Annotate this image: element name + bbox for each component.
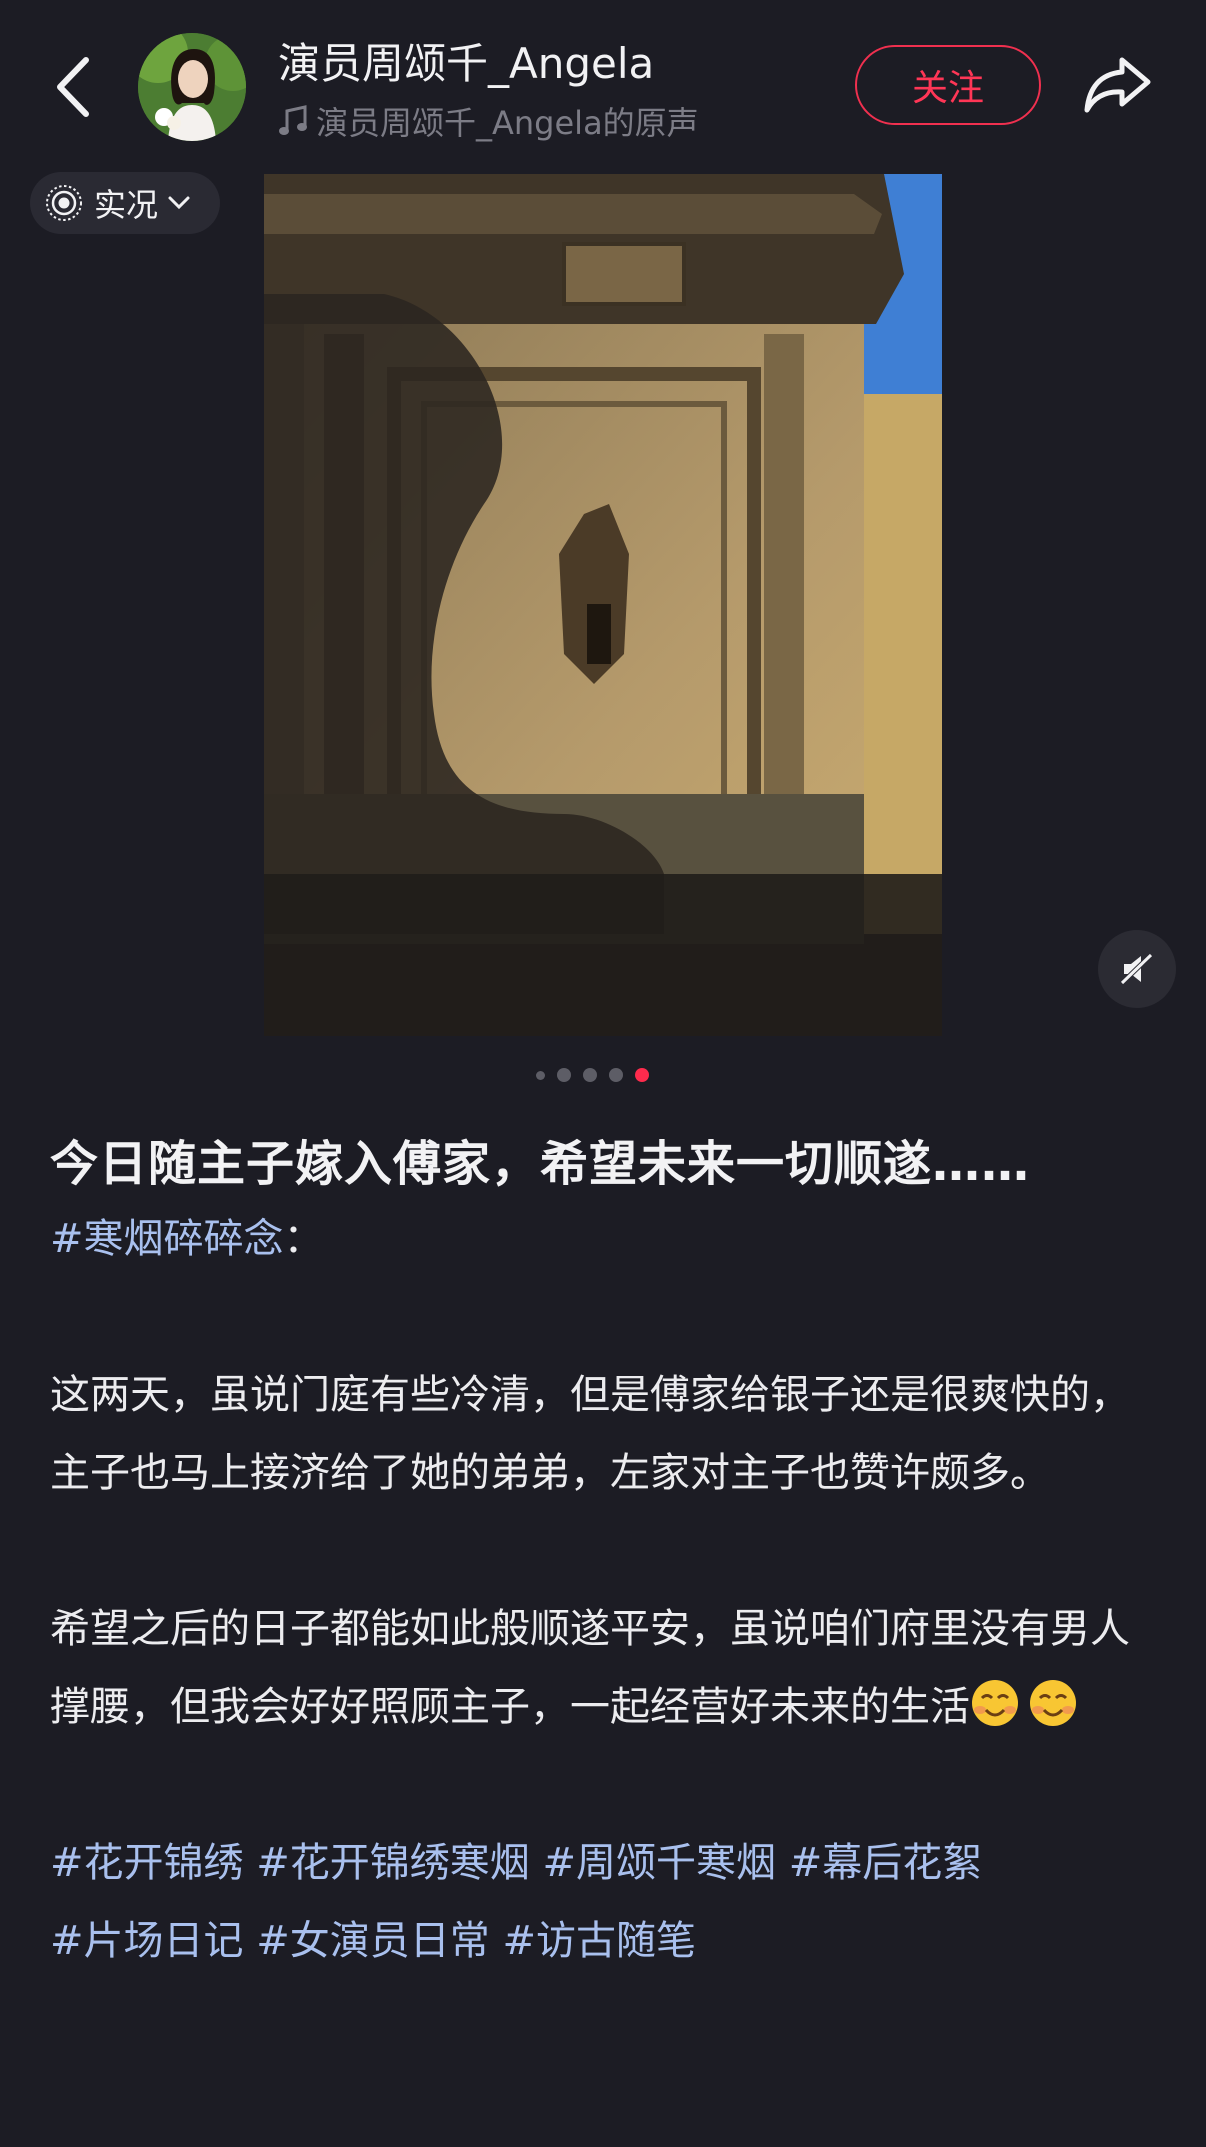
post-photo[interactable] xyxy=(264,174,942,1036)
hashtag-link[interactable]: #花开锦绣寒烟 xyxy=(256,1840,530,1886)
carousel-indicator xyxy=(536,1067,649,1083)
smiling-face-emoji xyxy=(972,1680,1018,1726)
carousel-dot xyxy=(583,1068,597,1082)
live-photo-badge[interactable]: 实况 xyxy=(30,172,220,234)
hashtag-link[interactable]: #寒烟碎碎念 xyxy=(50,1216,284,1262)
author-name[interactable]: 演员周颂千_Angela xyxy=(278,30,654,91)
follow-button[interactable]: 关注 xyxy=(855,45,1041,125)
hashtag-link[interactable]: #幕后花絮 xyxy=(789,1840,983,1886)
carousel-dot xyxy=(536,1070,545,1080)
paragraph-1: 这两天，虽说门庭有些冷清，但是傅家给银子还是很爽快的，主子也马上接济给了她的弟弟… xyxy=(50,1372,1130,1496)
paragraph-2: 希望之后的日子都能如此般顺遂平安，虽说咱们府里没有男人撑腰，但我会好好照顾主子，… xyxy=(50,1606,1130,1730)
share-icon[interactable] xyxy=(1082,52,1154,118)
post-title: 今日随主子嫁入傅家，希望未来一切顺遂…… xyxy=(50,1136,1031,1192)
back-chevron-icon[interactable] xyxy=(48,52,100,122)
paragraph-2-line: 希望之后的日子都能如此般顺遂平安，虽说咱们府里没有男人撑腰，但我会好好照顾主子，… xyxy=(50,1590,1160,1746)
post-header: 演员周颂千_Angela 演员周颂千_Angela的原声 关注 xyxy=(0,0,1206,170)
carousel-dot xyxy=(609,1068,623,1082)
mute-button[interactable] xyxy=(1098,930,1176,1008)
live-photo-label: 实况 xyxy=(94,186,159,224)
smiling-face-emoji xyxy=(1030,1680,1076,1726)
live-photo-icon xyxy=(46,185,82,221)
chevron-down-icon xyxy=(168,196,190,210)
original-sound-label: 演员周颂千_Angela的原声 xyxy=(316,104,699,142)
author-avatar[interactable] xyxy=(138,33,246,141)
hashtag-line-1: #花开锦绣 #花开锦绣寒烟 #周颂千寒烟 #幕后花絮 xyxy=(50,1824,1160,1902)
hashtag-link[interactable]: #访古随笔 xyxy=(502,1918,696,1964)
carousel-dot xyxy=(557,1068,571,1082)
post-body: #寒烟碎碎念： 这两天，虽说门庭有些冷清，但是傅家给银子还是很爽快的，主子也马上… xyxy=(50,1200,1160,1980)
hashtag-link[interactable]: #女演员日常 xyxy=(256,1918,490,1964)
hashtag-link[interactable]: #周颂千寒烟 xyxy=(542,1840,776,1886)
hashtag-line-2: #片场日记 #女演员日常 #访古随笔 xyxy=(50,1902,1160,1980)
topic-line: #寒烟碎碎念： xyxy=(50,1200,1160,1278)
hashtag-link[interactable]: #片场日记 xyxy=(50,1918,244,1964)
speaker-muted-icon xyxy=(1120,953,1153,985)
music-note-icon xyxy=(279,105,307,135)
carousel-dot-active xyxy=(635,1068,649,1082)
topic-suffix: ： xyxy=(283,1216,324,1262)
original-sound-link[interactable]: 演员周颂千_Angela的原声 xyxy=(278,98,699,144)
hashtag-link[interactable]: #花开锦绣 xyxy=(50,1840,244,1886)
